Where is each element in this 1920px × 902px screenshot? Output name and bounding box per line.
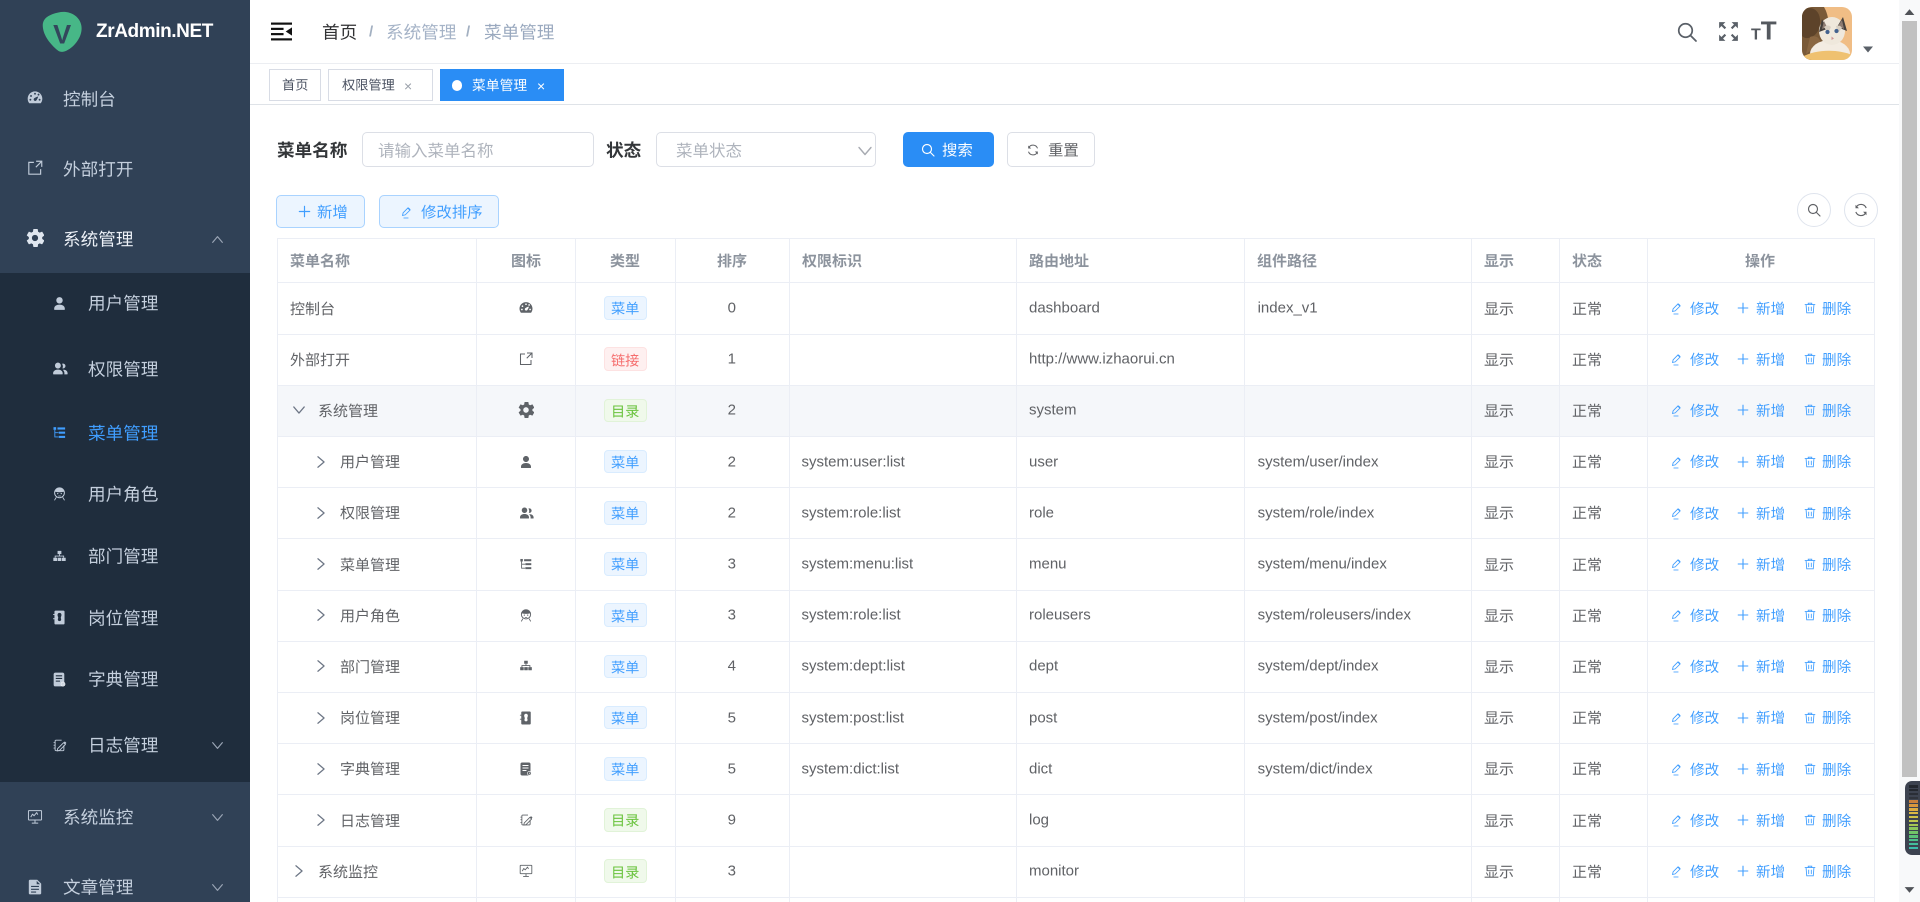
svg-text:V: V [53,20,71,50]
